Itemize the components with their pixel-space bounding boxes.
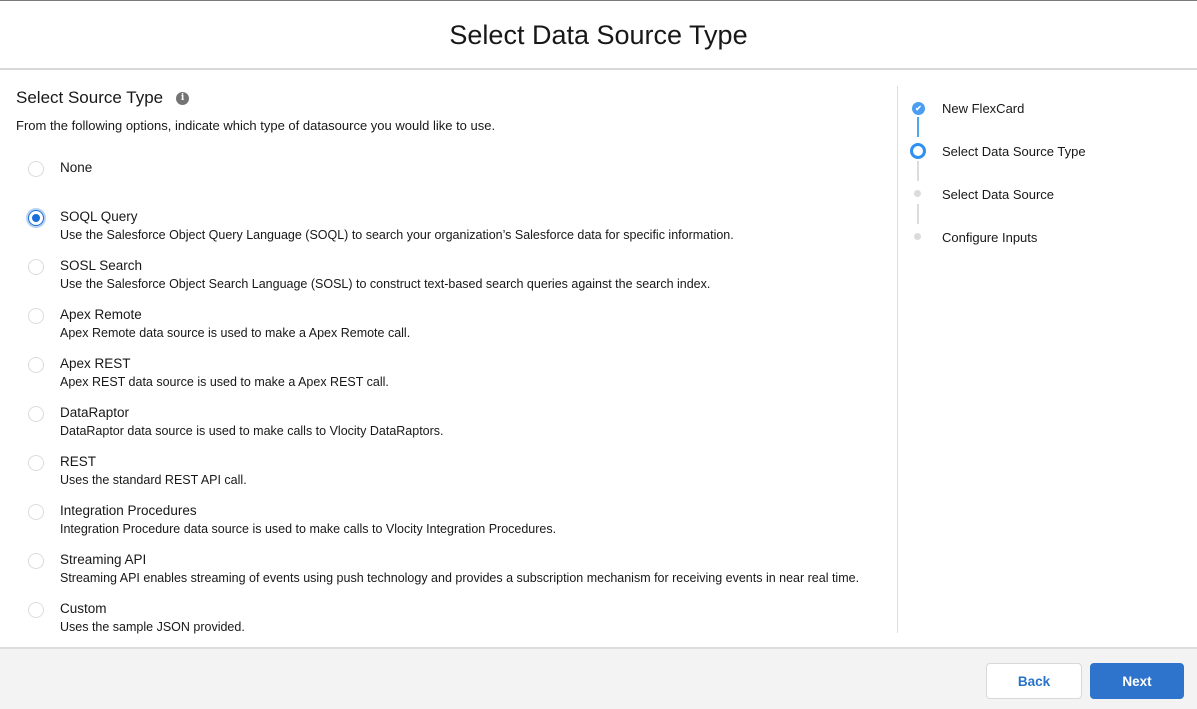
option-label: DataRaptor [60, 405, 130, 420]
step-label: Select Data Source Type [942, 144, 1086, 159]
option-description: Uses the standard REST API call. [60, 473, 247, 487]
step-connector [917, 204, 919, 224]
vertical-divider [897, 86, 898, 633]
option-label: SOSL Search [60, 258, 143, 273]
option-description: DataRaptor data source is used to make c… [60, 424, 444, 438]
modal-header: Select Data Source Type [0, 1, 1197, 70]
step-select-data-source-type: Select Data Source Type [908, 142, 1188, 185]
option-none[interactable]: None [16, 159, 896, 208]
check-circle-icon: ✔ [912, 102, 925, 115]
source-type-panel: Select Source Type i From the following … [16, 71, 896, 647]
radio-button[interactable] [28, 504, 44, 520]
option-description: Integration Procedure data source is use… [60, 522, 557, 536]
option-label: Apex Remote [60, 307, 142, 322]
section-description: From the following options, indicate whi… [16, 118, 496, 133]
option-description: Apex Remote data source is used to make … [60, 326, 411, 340]
next-button[interactable]: Next [1090, 663, 1184, 699]
option-apex-rest[interactable]: Apex REST Apex REST data source is used … [16, 355, 896, 404]
pending-dot-icon [914, 190, 921, 197]
section-title: Select Source Type i [16, 88, 190, 108]
option-label: REST [60, 454, 97, 469]
option-description: Apex REST data source is used to make a … [60, 375, 389, 389]
step-label: Configure Inputs [942, 230, 1038, 245]
step-label: New FlexCard [942, 101, 1025, 116]
option-label: Apex REST [60, 356, 131, 371]
modal-content: Select Source Type i From the following … [0, 71, 1197, 647]
current-step-ring-icon [910, 143, 926, 159]
option-description: Uses the sample JSON provided. [60, 620, 245, 634]
modal: Select Data Source Type Select Source Ty… [0, 0, 1197, 709]
option-description: Streaming API enables streaming of event… [60, 571, 860, 585]
back-button[interactable]: Back [986, 663, 1082, 699]
step-connector [917, 117, 919, 137]
section-title-text: Select Source Type [16, 88, 164, 107]
option-description: Use the Salesforce Object Query Language… [60, 228, 734, 242]
radio-button[interactable] [28, 259, 44, 275]
pending-dot-icon [914, 233, 921, 240]
option-label: Streaming API [60, 552, 147, 567]
radio-button[interactable] [28, 406, 44, 422]
radio-button[interactable] [28, 553, 44, 569]
radio-button[interactable] [28, 357, 44, 373]
progress-steps: ✔ New FlexCard Select Data Source Type S… [908, 99, 1188, 271]
step-configure-inputs: Configure Inputs [908, 228, 1188, 271]
option-soql-query[interactable]: SOQL Query Use the Salesforce Object Que… [16, 208, 896, 257]
radio-button[interactable] [28, 308, 44, 324]
option-rest[interactable]: REST Uses the standard REST API call. [16, 453, 896, 502]
step-new-flexcard: ✔ New FlexCard [908, 99, 1188, 142]
source-type-radio-group: None SOQL Query Use the Salesforce Objec… [16, 159, 896, 649]
option-sosl-search[interactable]: SOSL Search Use the Salesforce Object Se… [16, 257, 896, 306]
modal-title: Select Data Source Type [449, 19, 748, 50]
option-dataraptor[interactable]: DataRaptor DataRaptor data source is use… [16, 404, 896, 453]
radio-button[interactable] [28, 602, 44, 618]
option-label: Integration Procedures [60, 503, 197, 518]
step-label: Select Data Source [942, 187, 1055, 202]
modal-footer: Back Next [0, 647, 1197, 709]
radio-button-checked[interactable] [28, 210, 44, 226]
option-custom[interactable]: Custom Uses the sample JSON provided. [16, 600, 896, 649]
step-connector [917, 161, 919, 181]
option-label: SOQL Query [60, 209, 138, 224]
option-label: None [60, 160, 93, 175]
option-apex-remote[interactable]: Apex Remote Apex Remote data source is u… [16, 306, 896, 355]
radio-button[interactable] [28, 455, 44, 471]
step-select-data-source: Select Data Source [908, 185, 1188, 228]
info-icon[interactable]: i [176, 91, 190, 105]
option-label: Custom [60, 601, 107, 616]
option-description: Use the Salesforce Object Search Languag… [60, 277, 711, 291]
option-streaming-api[interactable]: Streaming API Streaming API enables stre… [16, 551, 896, 600]
radio-button[interactable] [28, 161, 44, 177]
option-integration-procedures[interactable]: Integration Procedures Integration Proce… [16, 502, 896, 551]
